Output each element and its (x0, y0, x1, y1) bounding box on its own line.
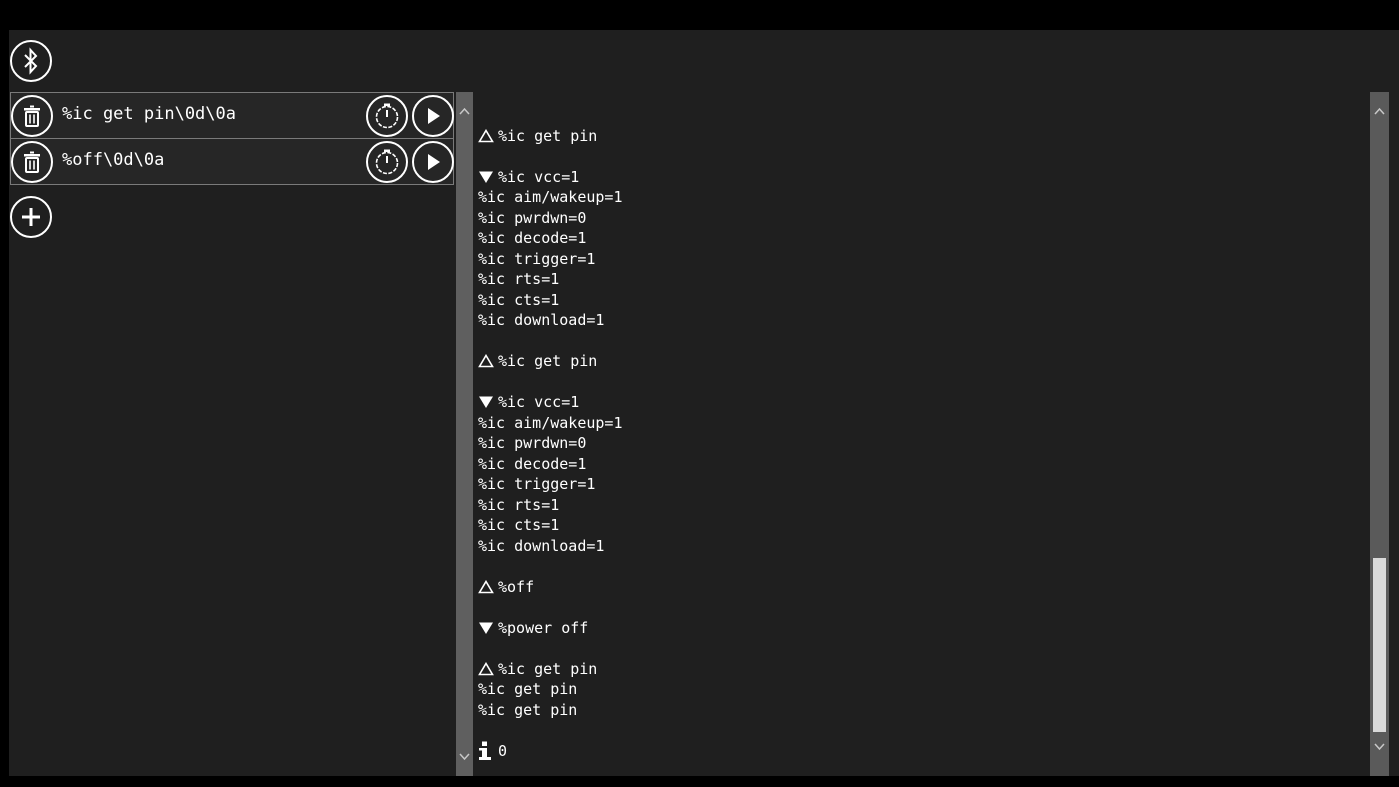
log-line: %ic rts=1 (478, 495, 1368, 516)
bluetooth-button[interactable] (10, 40, 52, 82)
log-line: %ic download=1 (478, 310, 1368, 331)
log-line-text: %ic get pin (478, 680, 578, 698)
app-window: %ic get pin\0d\0a %off\0d\0a %ic get pin… (9, 30, 1399, 776)
plus-icon (22, 208, 40, 226)
log-line: %ic aim/wakeup=1 (478, 413, 1368, 434)
command-text[interactable]: %off\0d\0a (62, 150, 164, 170)
log-line: %ic vcc=1 (478, 167, 1368, 188)
log-line-text: %ic aim/wakeup=1 (478, 413, 623, 432)
received-triangle-icon (478, 170, 498, 184)
log-line: %ic cts=1 (478, 515, 1368, 536)
log-line-text: %ic cts=1 (478, 290, 560, 309)
log-line-text: 0 (498, 741, 508, 760)
log-line-text: %ic rts=1 (478, 495, 560, 514)
bluetooth-icon (24, 47, 38, 75)
log-line-text: %ic pwrdwn=0 (478, 208, 587, 227)
command-list: %ic get pin\0d\0a %off\0d\0a (10, 92, 454, 185)
stopwatch-icon (375, 149, 399, 175)
log-line-text: %ic pwrdwn=0 (478, 434, 587, 452)
timer-button[interactable] (366, 141, 408, 183)
log-line: %ic get pin (478, 679, 1368, 700)
chevron-up-icon[interactable] (459, 106, 470, 117)
command-row: %off\0d\0a (10, 138, 454, 185)
chevron-down-icon[interactable] (459, 751, 470, 762)
log-line: %off (478, 577, 1368, 598)
delete-button[interactable] (11, 141, 53, 183)
log-line: %ic trigger=1 (478, 474, 1368, 495)
log-line: %ic vcc=1 (478, 392, 1368, 413)
log-output[interactable]: %ic get pin %ic vcc=1 %ic aim/wakeup=1 %ic … (478, 105, 1368, 770)
log-line: %ic rts=1 (478, 269, 1368, 290)
log-line-text: %off (498, 577, 535, 596)
log-line: %ic aim/wakeup=1 (478, 187, 1368, 208)
log-line-text: %ic download=1 (478, 311, 605, 329)
command-row: %ic get pin\0d\0a (10, 92, 454, 139)
log-line: %ic decode=1 (478, 228, 1368, 249)
play-icon (428, 108, 440, 124)
command-list-scrollbar[interactable] (456, 92, 473, 776)
sent-triangle-icon (478, 354, 498, 368)
log-line: %ic pwrdwn=0 (478, 433, 1368, 454)
chevron-up-icon[interactable] (1374, 106, 1385, 117)
log-line-text: %ic rts=1 (478, 270, 560, 288)
log-line-text: %ic download=1 (478, 536, 605, 555)
scrollbar-thumb[interactable] (1373, 558, 1386, 732)
log-line: %power off (478, 618, 1368, 639)
log-line-text: %ic trigger=1 (478, 475, 596, 493)
log-line: %ic download=1 (478, 536, 1368, 557)
sent-triangle-icon (478, 661, 498, 676)
log-line: %ic cts=1 (478, 290, 1368, 311)
log-line: %ic trigger=1 (478, 249, 1368, 270)
log-line-text: %ic get pin (498, 659, 598, 678)
log-line-text: %ic decode=1 (478, 454, 587, 473)
log-line-text: %power off (498, 618, 589, 637)
log-line: %ic decode=1 (478, 454, 1368, 475)
trash-icon (24, 151, 40, 173)
add-command-button[interactable] (10, 196, 52, 238)
sent-triangle-icon (478, 579, 498, 594)
timer-button[interactable] (366, 95, 408, 137)
play-button[interactable] (412, 95, 454, 137)
log-line-text: %ic get pin (478, 700, 578, 719)
log-line-text: %ic get pin (498, 126, 598, 145)
received-triangle-icon (478, 395, 498, 409)
trash-icon (24, 105, 40, 127)
stopwatch-icon (375, 103, 399, 129)
info-icon (478, 741, 498, 761)
log-line: %ic get pin (478, 659, 1368, 680)
command-text[interactable]: %ic get pin\0d\0a (62, 104, 236, 124)
play-icon (428, 154, 440, 170)
log-line-text: %ic cts=1 (478, 516, 560, 534)
log-line: %ic get pin (478, 351, 1368, 372)
play-button[interactable] (412, 141, 454, 183)
log-scrollbar[interactable] (1370, 92, 1389, 776)
log-line-text: %ic get pin (498, 352, 598, 370)
log-line: 0 (478, 741, 1368, 762)
log-line-text: %ic trigger=1 (478, 249, 596, 268)
log-line-text: %ic vcc=1 (498, 167, 580, 186)
received-triangle-icon (478, 621, 498, 635)
sent-triangle-icon (478, 128, 498, 143)
log-line: %ic get pin (478, 126, 1368, 147)
chevron-down-icon[interactable] (1374, 741, 1385, 752)
log-line-text: %ic vcc=1 (498, 393, 580, 411)
delete-button[interactable] (11, 95, 53, 137)
log-line: %ic get pin (478, 700, 1368, 721)
log-line: %ic pwrdwn=0 (478, 208, 1368, 229)
log-line-text: %ic decode=1 (478, 229, 587, 247)
log-line-text: %ic aim/wakeup=1 (478, 188, 623, 206)
